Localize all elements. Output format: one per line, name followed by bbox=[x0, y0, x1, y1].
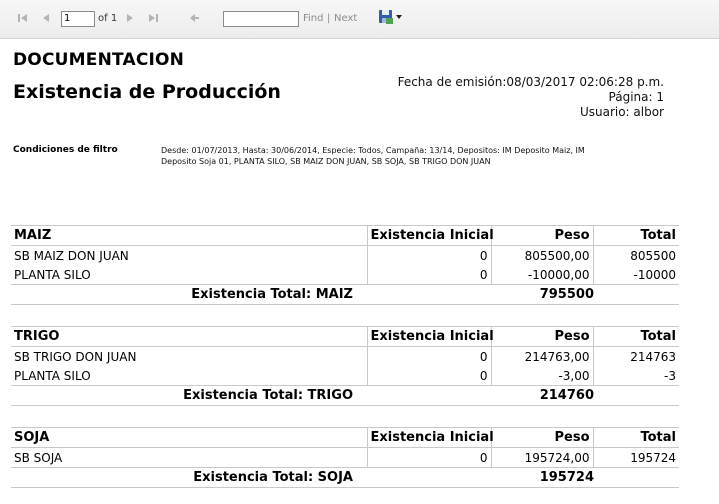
report-subtitle: Existencia de Producción bbox=[13, 81, 281, 103]
peso-cell: 214763,00 bbox=[491, 346, 594, 366]
find-link[interactable]: Find bbox=[303, 13, 324, 24]
inicial-cell: 0 bbox=[367, 447, 492, 468]
table-row: PLANTA SILO 0 -3,00 -3 bbox=[11, 366, 679, 386]
inicial-cell: 0 bbox=[367, 366, 492, 386]
peso-cell: -3,00 bbox=[491, 366, 594, 386]
deposito-cell: SB TRIGO DON JUAN bbox=[11, 346, 368, 366]
table-row: SB SOJA 0 195724,00 195724 bbox=[11, 447, 679, 468]
peso-cell: 805500,00 bbox=[491, 245, 594, 265]
filter-label: Condiciones de filtro bbox=[13, 145, 118, 155]
section-total-label: Existencia Total: TRIGO bbox=[183, 388, 353, 403]
section-trigo-table: TRIGO Existencia Inicial Peso Total SB T… bbox=[11, 326, 679, 406]
table-row: SB TRIGO DON JUAN 0 214763,00 214763 bbox=[11, 346, 679, 366]
table-header-row: SOJA Existencia Inicial Peso Total bbox=[11, 427, 679, 448]
column-total: Total bbox=[640, 228, 676, 243]
column-existencia-inicial: Existencia Inicial bbox=[367, 326, 494, 347]
page-number: Página: 1 bbox=[608, 90, 664, 104]
deposito-cell: PLANTA SILO bbox=[11, 366, 368, 386]
section-total-value: 214760 bbox=[539, 388, 594, 403]
page-number-input[interactable] bbox=[61, 11, 95, 27]
filter-conditions: Desde: 01/07/2013, Hasta: 30/06/2014, Es… bbox=[161, 146, 585, 166]
section-total-row: Existencia Total: SOJA 195724 bbox=[11, 467, 679, 488]
column-peso: Peso bbox=[491, 427, 594, 448]
find-input[interactable] bbox=[223, 11, 299, 27]
total-cell: -10000 bbox=[633, 267, 676, 282]
section-total-row: Existencia Total: MAIZ 795500 bbox=[11, 284, 679, 305]
deposito-cell: PLANTA SILO bbox=[11, 265, 368, 285]
peso-cell: -10000,00 bbox=[491, 265, 594, 285]
section-total-value: 795500 bbox=[539, 287, 594, 302]
page-count-label: of 1 bbox=[98, 13, 118, 24]
total-cell: 805500 bbox=[630, 248, 676, 263]
inicial-cell: 0 bbox=[367, 245, 492, 265]
inicial-cell: 0 bbox=[367, 346, 492, 366]
report-toolbar: of 1 Find | Next bbox=[0, 0, 719, 39]
section-name: MAIZ bbox=[11, 225, 368, 246]
section-soja-table: SOJA Existencia Inicial Peso Total SB SO… bbox=[11, 427, 679, 488]
column-total: Total bbox=[640, 430, 676, 445]
first-page-icon[interactable] bbox=[17, 12, 29, 24]
table-row: PLANTA SILO 0 -10000,00 -10000 bbox=[11, 265, 679, 285]
back-icon[interactable] bbox=[188, 12, 200, 24]
section-total-value: 195724 bbox=[539, 470, 594, 485]
last-page-icon[interactable] bbox=[147, 12, 159, 24]
section-total-label: Existencia Total: MAIZ bbox=[191, 287, 353, 302]
previous-page-icon[interactable] bbox=[40, 12, 52, 24]
deposito-cell: SB SOJA bbox=[11, 447, 368, 468]
inicial-cell: 0 bbox=[367, 265, 492, 285]
total-cell: -3 bbox=[664, 368, 676, 383]
peso-cell: 195724,00 bbox=[491, 447, 594, 468]
total-cell: 214763 bbox=[630, 349, 676, 364]
column-total: Total bbox=[640, 329, 676, 344]
emission-date: Fecha de emisión:08/03/2017 02:06:28 p.m… bbox=[397, 75, 664, 89]
column-existencia-inicial: Existencia Inicial bbox=[367, 225, 494, 246]
save-export-icon[interactable] bbox=[378, 9, 404, 25]
section-name: SOJA bbox=[11, 427, 368, 448]
table-row: SB MAIZ DON JUAN 0 805500,00 805500 bbox=[11, 245, 679, 265]
find-next-link[interactable]: Next bbox=[334, 13, 357, 24]
table-header-row: TRIGO Existencia Inicial Peso Total bbox=[11, 326, 679, 347]
section-total-row: Existencia Total: TRIGO 214760 bbox=[11, 385, 679, 406]
user-name: Usuario: albor bbox=[579, 105, 664, 119]
total-cell: 195724 bbox=[630, 450, 676, 465]
section-maiz-table: MAIZ Existencia Inicial Peso Total SB MA… bbox=[11, 225, 679, 305]
column-peso: Peso bbox=[491, 326, 594, 347]
next-page-icon[interactable] bbox=[124, 12, 136, 24]
report-title: DOCUMENTACION bbox=[13, 50, 185, 70]
find-separator: | bbox=[327, 13, 331, 24]
deposito-cell: SB MAIZ DON JUAN bbox=[11, 245, 368, 265]
table-header-row: MAIZ Existencia Inicial Peso Total bbox=[11, 225, 679, 246]
report-meta: Fecha de emisión:08/03/2017 02:06:28 p.m… bbox=[398, 75, 664, 120]
section-name: TRIGO bbox=[11, 326, 368, 347]
column-peso: Peso bbox=[491, 225, 594, 246]
column-existencia-inicial: Existencia Inicial bbox=[367, 427, 494, 448]
section-total-label: Existencia Total: SOJA bbox=[193, 470, 353, 485]
